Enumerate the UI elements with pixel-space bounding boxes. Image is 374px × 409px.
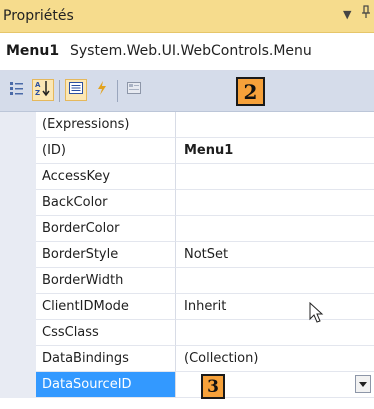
property-name[interactable]: ClientIDMode: [36, 294, 176, 320]
row-margin: [0, 372, 36, 398]
object-name: Menu1: [6, 43, 60, 59]
property-value[interactable]: NotSet: [176, 242, 374, 268]
categorized-button[interactable]: [6, 79, 28, 101]
pin-icon[interactable]: [361, 5, 371, 23]
property-name[interactable]: DataSourceID: [36, 372, 176, 398]
panel-title: Propriétés: [3, 8, 74, 24]
properties-icon: [68, 80, 84, 100]
property-value[interactable]: (Collection): [176, 346, 374, 372]
property-name[interactable]: BorderColor: [36, 216, 176, 242]
property-name[interactable]: BackColor: [36, 190, 176, 216]
property-name[interactable]: (Expressions): [36, 112, 176, 138]
properties-toolbar: A Z 2: [0, 71, 374, 112]
row-margin: [0, 138, 36, 164]
property-value[interactable]: [176, 216, 374, 242]
property-value[interactable]: [176, 112, 374, 138]
property-value[interactable]: [176, 164, 374, 190]
value-dropdown-button[interactable]: [355, 375, 371, 393]
property-value[interactable]: Inherit: [176, 294, 374, 320]
properties-panel: Propriétés ▼ Menu1 System.Web.UI.WebCont…: [0, 0, 374, 409]
property-row[interactable]: BorderWidth: [0, 268, 374, 294]
property-name[interactable]: DataBindings: [36, 346, 176, 372]
mouse-cursor-icon: [309, 301, 325, 328]
row-margin: [0, 216, 36, 242]
row-margin: [0, 164, 36, 190]
events-button[interactable]: [91, 79, 113, 101]
property-value[interactable]: Menu1: [176, 138, 374, 164]
property-row[interactable]: DataBindings (Collection): [0, 346, 374, 372]
property-value[interactable]: [176, 190, 374, 216]
toolbar-separator: [117, 80, 118, 102]
chevron-down-icon: [359, 377, 367, 392]
alphabetical-button[interactable]: A Z: [32, 79, 54, 101]
property-row[interactable]: (ID) Menu1: [0, 138, 374, 164]
property-row[interactable]: BorderStyle NotSet: [0, 242, 374, 268]
svg-text:A: A: [35, 81, 41, 89]
property-row[interactable]: BorderColor: [0, 216, 374, 242]
row-margin: [0, 294, 36, 320]
property-name[interactable]: (ID): [36, 138, 176, 164]
svg-text:Z: Z: [35, 89, 40, 97]
row-margin: [0, 346, 36, 372]
property-pages-icon: [126, 80, 142, 100]
callout-3: 3: [201, 374, 225, 399]
property-value[interactable]: [176, 268, 374, 294]
row-margin: [0, 242, 36, 268]
properties-button[interactable]: [65, 79, 87, 101]
panel-title-bar: Propriétés ▼: [0, 0, 374, 33]
row-margin: [0, 190, 36, 216]
property-name[interactable]: BorderWidth: [36, 268, 176, 294]
categorized-icon: [9, 80, 25, 100]
toolbar-separator: [59, 80, 60, 102]
alphabetical-icon: A Z: [34, 79, 52, 101]
row-margin: [0, 112, 36, 138]
property-name[interactable]: BorderStyle: [36, 242, 176, 268]
row-margin: [0, 320, 36, 346]
property-pages-button[interactable]: [123, 79, 145, 101]
object-type: System.Web.UI.WebControls.Menu: [70, 43, 312, 59]
callout-2: 2: [236, 77, 265, 106]
property-value[interactable]: [176, 320, 374, 346]
property-row[interactable]: BackColor: [0, 190, 374, 216]
property-name[interactable]: CssClass: [36, 320, 176, 346]
property-name[interactable]: AccessKey: [36, 164, 176, 190]
property-row[interactable]: DataSourceID 3: [0, 372, 374, 399]
events-icon: [95, 80, 109, 100]
property-row[interactable]: AccessKey: [0, 164, 374, 190]
object-selector[interactable]: Menu1 System.Web.UI.WebControls.Menu: [0, 33, 374, 71]
property-row[interactable]: (Expressions): [0, 112, 374, 138]
window-position-dropdown-icon[interactable]: ▼: [343, 8, 351, 21]
row-margin: [0, 268, 36, 294]
